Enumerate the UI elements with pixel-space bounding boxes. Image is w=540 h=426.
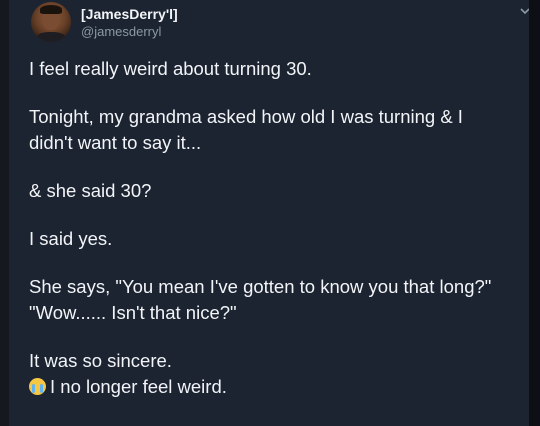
- tweet-paragraph: Tonight, my grandma asked how old I was …: [29, 106, 463, 153]
- tweet-paragraph: I said yes.: [29, 228, 113, 249]
- tweet-card: [JamesDerry'l] @jamesderryl I feel reall…: [9, 0, 530, 426]
- tweet-closing: It was so sincere. I no longer feel weir…: [29, 348, 509, 400]
- loudly-crying-face-icon: [29, 378, 46, 395]
- tweet-paragraph: She says, "You mean I've gotten to know …: [29, 276, 492, 323]
- tweet-paragraph: I feel really weird about turning 30.: [29, 58, 312, 79]
- tweet-line-sincere: It was so sincere.: [29, 350, 172, 371]
- avatar-hair: [40, 5, 62, 14]
- tweet-line-weird: I no longer feel weird.: [29, 374, 509, 400]
- avatar[interactable]: [31, 2, 71, 42]
- user-handle[interactable]: @jamesderryl: [81, 24, 161, 39]
- tweet-paragraph: & she said 30?: [29, 180, 152, 201]
- display-name[interactable]: [JamesDerry'l]: [81, 6, 178, 22]
- avatar-shirt: [35, 32, 67, 42]
- tweet-text: I feel really weird about turning 30. To…: [29, 56, 509, 400]
- screenshot-frame: [JamesDerry'l] @jamesderryl I feel reall…: [0, 0, 540, 426]
- tweet-line-weird-text: I no longer feel weird.: [50, 376, 227, 397]
- right-edge: [529, 0, 540, 426]
